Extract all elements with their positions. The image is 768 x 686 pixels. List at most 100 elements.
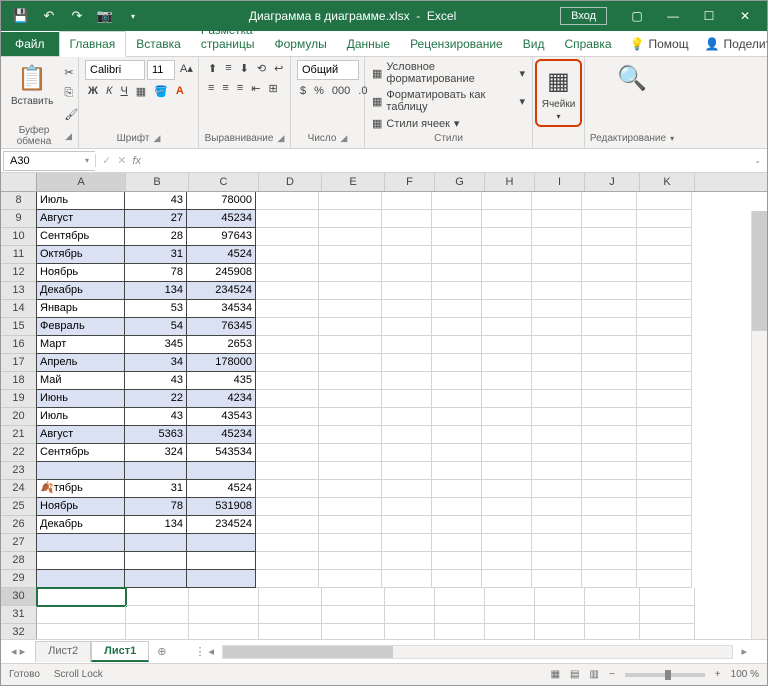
align-launcher-icon[interactable]: ◢: [277, 133, 284, 144]
cell[interactable]: [382, 354, 432, 372]
cell[interactable]: [482, 246, 532, 264]
cell[interactable]: [382, 570, 432, 588]
cell[interactable]: [189, 606, 259, 624]
formula-bar-expand-icon[interactable]: ⌄: [748, 156, 767, 165]
cell[interactable]: [432, 300, 482, 318]
cell[interactable]: [382, 552, 432, 570]
cell[interactable]: [256, 444, 319, 462]
cell[interactable]: [37, 588, 126, 606]
wrap-text-icon[interactable]: ↩: [271, 60, 286, 77]
cell[interactable]: 435: [186, 371, 256, 390]
cell[interactable]: [582, 570, 637, 588]
cell[interactable]: [637, 426, 692, 444]
view-normal-icon[interactable]: ▦: [551, 669, 560, 680]
cell[interactable]: [432, 480, 482, 498]
cell[interactable]: [535, 588, 585, 606]
cell[interactable]: [256, 408, 319, 426]
row-header[interactable]: 23: [1, 462, 37, 480]
cell[interactable]: [256, 534, 319, 552]
cell[interactable]: [435, 606, 485, 624]
cell[interactable]: [256, 210, 319, 228]
cell[interactable]: [36, 551, 125, 570]
cell[interactable]: [532, 354, 582, 372]
bold-icon[interactable]: Ж: [85, 83, 101, 100]
cell[interactable]: [582, 534, 637, 552]
cell[interactable]: [482, 444, 532, 462]
cell[interactable]: 245908: [186, 263, 256, 282]
cell[interactable]: [256, 426, 319, 444]
tab-file[interactable]: Файл: [1, 32, 59, 56]
cell[interactable]: 178000: [186, 353, 256, 372]
cell[interactable]: [532, 228, 582, 246]
cell[interactable]: 34534: [186, 299, 256, 318]
cell[interactable]: [637, 498, 692, 516]
row-header[interactable]: 14: [1, 300, 37, 318]
cell[interactable]: [532, 516, 582, 534]
cell[interactable]: [582, 390, 637, 408]
font-name-select[interactable]: [85, 60, 145, 80]
cell[interactable]: [432, 408, 482, 426]
add-sheet-button[interactable]: ⊕: [149, 642, 174, 661]
underline-icon[interactable]: Ч: [117, 83, 130, 100]
cell[interactable]: [532, 570, 582, 588]
cell[interactable]: [532, 318, 582, 336]
cell[interactable]: [640, 606, 695, 624]
cell[interactable]: [485, 624, 535, 639]
cell[interactable]: [256, 498, 319, 516]
row-header[interactable]: 15: [1, 318, 37, 336]
zoom-slider[interactable]: [625, 673, 705, 677]
vertical-scrollbar[interactable]: [751, 211, 767, 639]
cell[interactable]: [259, 606, 322, 624]
cell[interactable]: [432, 192, 482, 210]
cell[interactable]: 543534: [186, 443, 256, 462]
cell[interactable]: [637, 318, 692, 336]
cell[interactable]: [36, 533, 125, 552]
cell[interactable]: [482, 336, 532, 354]
cell[interactable]: Апрель: [36, 353, 125, 372]
cell[interactable]: [637, 552, 692, 570]
cell[interactable]: [637, 534, 692, 552]
cell[interactable]: [585, 588, 640, 606]
cell[interactable]: [637, 390, 692, 408]
cell[interactable]: [532, 408, 582, 426]
zoom-level[interactable]: 100 %: [731, 669, 759, 680]
cell[interactable]: 76345: [186, 317, 256, 336]
align-top-icon[interactable]: ⬆: [205, 60, 220, 77]
cell[interactable]: [482, 408, 532, 426]
cell[interactable]: [322, 588, 385, 606]
cell[interactable]: [432, 570, 482, 588]
cell[interactable]: [640, 624, 695, 639]
cell[interactable]: 4234: [186, 389, 256, 408]
cell[interactable]: [532, 462, 582, 480]
cell[interactable]: [582, 516, 637, 534]
cell[interactable]: [482, 480, 532, 498]
cell[interactable]: [432, 462, 482, 480]
cell[interactable]: [482, 228, 532, 246]
cell[interactable]: [435, 624, 485, 639]
cell[interactable]: [319, 390, 382, 408]
vscroll-thumb[interactable]: [752, 211, 767, 331]
cell[interactable]: 🍂тябрь: [36, 479, 125, 498]
cell[interactable]: [582, 246, 637, 264]
cell[interactable]: [186, 569, 256, 588]
cell[interactable]: Июль: [36, 192, 125, 210]
cell[interactable]: [482, 192, 532, 210]
cell[interactable]: [382, 516, 432, 534]
cell[interactable]: [256, 264, 319, 282]
column-header-H[interactable]: H: [485, 173, 535, 191]
row-header[interactable]: 11: [1, 246, 37, 264]
row-header[interactable]: 27: [1, 534, 37, 552]
cell[interactable]: [582, 372, 637, 390]
cell[interactable]: 53: [124, 299, 187, 318]
cell[interactable]: [582, 408, 637, 426]
save-icon[interactable]: 💾: [13, 8, 29, 24]
cell[interactable]: [256, 372, 319, 390]
cell[interactable]: 4524: [186, 245, 256, 264]
cell[interactable]: 43: [124, 371, 187, 390]
row-header[interactable]: 28: [1, 552, 37, 570]
cell[interactable]: Август: [36, 425, 125, 444]
row-header[interactable]: 19: [1, 390, 37, 408]
cell[interactable]: [482, 372, 532, 390]
row-header[interactable]: 10: [1, 228, 37, 246]
cell[interactable]: [319, 318, 382, 336]
